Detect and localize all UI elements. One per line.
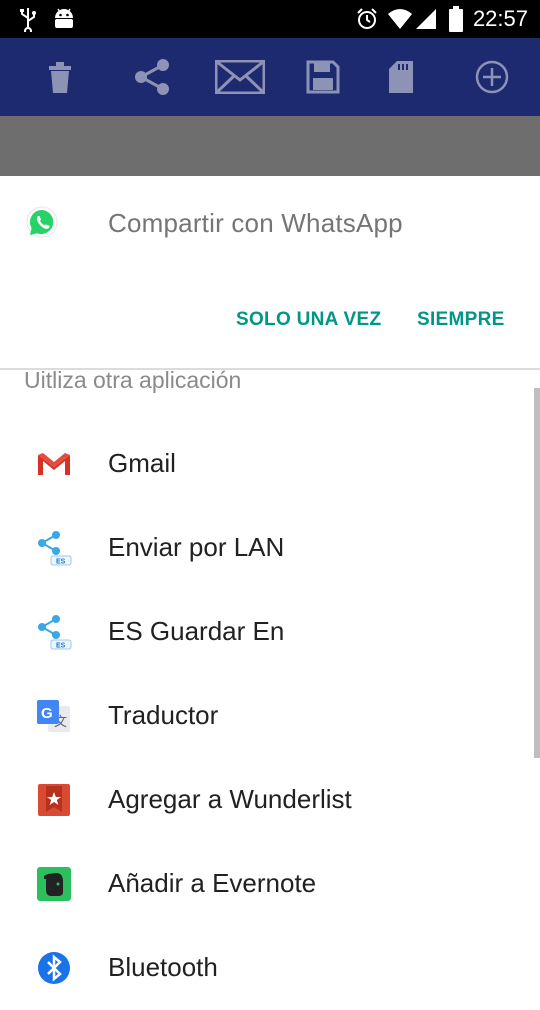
svg-text:ES: ES <box>56 643 66 650</box>
app-toolbar <box>0 38 540 116</box>
svg-text:G: G <box>41 705 53 722</box>
gmail-icon <box>36 446 72 482</box>
add-circle-icon[interactable] <box>474 57 510 97</box>
share-sheet: Compartir con WhatsApp SOLO UNA VEZ SIEM… <box>0 176 540 984</box>
sheet-title: Compartir con WhatsApp <box>108 208 403 238</box>
list-item-label: Gmail <box>108 448 176 478</box>
svg-text:ES: ES <box>56 559 66 566</box>
sd-card-icon[interactable] <box>388 57 414 97</box>
just-once-button[interactable]: SOLO UNA VEZ <box>236 309 381 331</box>
save-icon[interactable] <box>305 57 341 97</box>
list-item-gmail[interactable]: Gmail <box>0 422 530 506</box>
wifi-icon <box>386 0 414 38</box>
wunderlist-icon <box>36 782 72 818</box>
evernote-icon <box>36 866 72 902</box>
list-item-es-guardar-en[interactable]: ES ES Guardar En <box>0 590 530 674</box>
share-icon[interactable] <box>132 57 172 97</box>
list-item-label: Enviar por LAN <box>108 532 285 562</box>
status-bar: 22:57 <box>0 0 540 38</box>
bluetooth-icon <box>36 950 72 986</box>
list-item-label: Bluetooth <box>108 952 218 982</box>
list-item-evernote[interactable]: Añadir a Evernote <box>0 842 530 926</box>
list-item-label: ES Guardar En <box>108 616 285 646</box>
usb-icon <box>16 0 40 38</box>
es-share-icon: ES <box>36 614 72 650</box>
battery-icon <box>448 0 464 38</box>
scrollbar[interactable] <box>534 388 540 758</box>
list-item-bluetooth[interactable]: Bluetooth <box>0 926 530 1010</box>
signal-icon <box>414 0 438 38</box>
list-item-label: Agregar a Wunderlist <box>108 784 352 814</box>
google-translate-icon: 文G <box>36 698 72 734</box>
list-item-enviar-por-lan[interactable]: ES Enviar por LAN <box>0 506 530 590</box>
list-item-label: Añadir a Evernote <box>108 868 317 898</box>
android-icon <box>50 0 78 38</box>
sheet-header: Compartir con WhatsApp <box>0 176 540 276</box>
alarm-icon <box>354 0 380 38</box>
trash-icon[interactable] <box>44 57 76 97</box>
always-button[interactable]: SIEMPRE <box>417 309 505 331</box>
action-buttons: SOLO UNA VEZ SIEMPRE <box>0 276 540 366</box>
dimmed-background <box>0 116 540 176</box>
list-item-traductor[interactable]: 文G Traductor <box>0 674 530 758</box>
clock: 22:57 <box>472 6 528 31</box>
es-share-icon: ES <box>36 530 72 566</box>
other-apps-label: Uitliza otra aplicación <box>24 367 242 393</box>
list-item-label: Traductor <box>108 700 219 730</box>
mail-icon[interactable] <box>214 57 266 97</box>
whatsapp-icon <box>25 206 59 240</box>
list-item-wunderlist[interactable]: Agregar a Wunderlist <box>0 758 530 842</box>
